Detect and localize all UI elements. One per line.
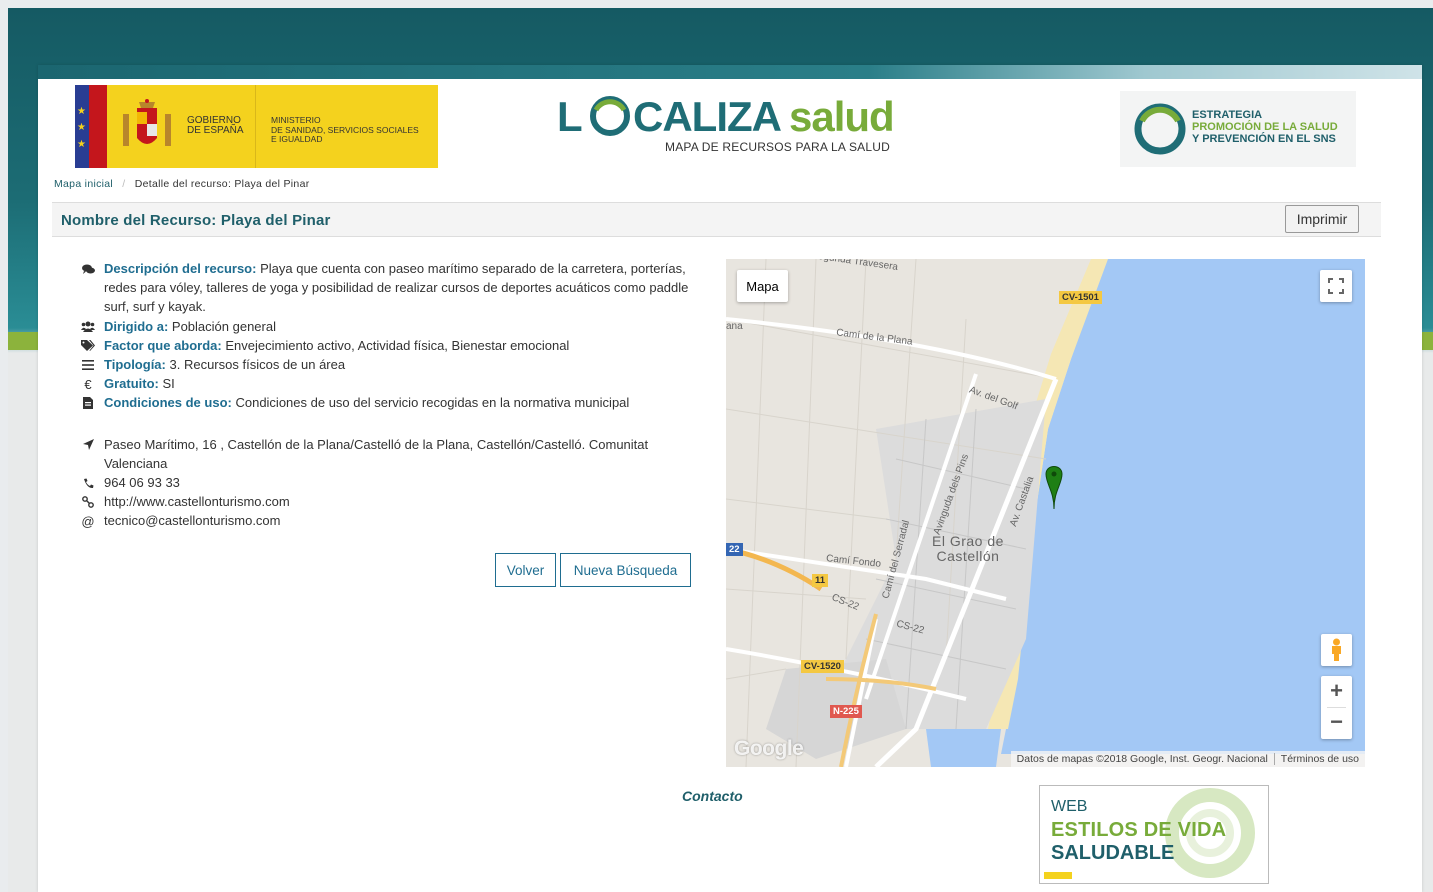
type-row: Tipología: 3. Recursos físicos de un áre… (81, 355, 701, 374)
road-label: 11 (812, 574, 829, 587)
back-button[interactable]: Volver (495, 553, 556, 587)
road-label: CV-1501 (1059, 291, 1102, 304)
website-link[interactable]: http://www.castellonturismo.com (104, 494, 290, 509)
breadcrumb: Mapa inicial / Detalle del recurso: Play… (54, 178, 310, 190)
contact-link[interactable]: Contacto (682, 788, 743, 804)
comments-icon (81, 262, 95, 276)
street-label: ana (726, 321, 743, 332)
government-text: GOBIERNO DE ESPAÑA (187, 115, 244, 136)
map-type-button[interactable]: Mapa (737, 270, 788, 302)
government-logo[interactable]: ★ ★ ★ GOBIERNO DE ESPAÑA MINISTERIO DE SA… (75, 85, 438, 168)
euro-icon: € (84, 376, 92, 392)
breadcrumb-current: Detalle del recurso: Playa del Pinar (134, 178, 310, 190)
address-row: Paseo Marítimo, 16 , Castellón de la Pla… (81, 435, 701, 473)
fullscreen-button[interactable] (1320, 270, 1352, 302)
map-view[interactable]: CV-1501 CV-1520 N-225 22 11 Segunda Trav… (726, 259, 1365, 767)
new-search-button[interactable]: Nueva Búsqueda (560, 553, 691, 587)
localiza-salud-logo[interactable]: L CALIZA salud MAPA DE RECURSOS PARA LA … (557, 93, 902, 154)
document-icon (81, 396, 95, 410)
fullscreen-icon (1328, 278, 1344, 294)
road-label: CV-1520 (801, 660, 844, 673)
town-label: El Grao de Castellón (932, 533, 1004, 564)
print-button[interactable]: Imprimir (1285, 205, 1359, 233)
brand-subtitle: MAPA DE RECURSOS PARA LA SALUD (665, 140, 890, 154)
email-link[interactable]: tecnico@castellonturismo.com (104, 513, 280, 528)
eu-flag-icon: ★ ★ ★ (75, 85, 107, 168)
zoom-controls: + − (1321, 676, 1352, 739)
phone-row: 964 06 93 33 (81, 473, 701, 492)
resource-title-bar: Nombre del Recurso: Playa del Pinar (52, 202, 1381, 237)
terms-link[interactable]: Términos de uso (1275, 753, 1365, 765)
phone-icon (81, 476, 95, 490)
google-logo[interactable]: Google (734, 737, 804, 761)
swirl-logo-icon (1134, 103, 1186, 155)
swirl-logo-icon (590, 96, 630, 136)
email-row: @ tecnico@castellonturismo.com (81, 511, 701, 530)
at-icon: @ (81, 513, 95, 529)
users-icon (81, 320, 95, 334)
ministry-text: MINISTERIO DE SANIDAD, SERVICIOS SOCIALE… (271, 115, 419, 144)
free-row: € Gratuito: SI (81, 374, 701, 393)
map-canvas[interactable] (726, 259, 1365, 767)
estilos-de-vida-banner[interactable]: WEB ESTILOS DE VIDA SALUDABLE (1039, 785, 1269, 884)
coat-of-arms-icon (123, 99, 171, 146)
page-title: Nombre del Recurso: Playa del Pinar (61, 212, 331, 229)
road-label: N-225 (830, 705, 862, 718)
breadcrumb-home-link[interactable]: Mapa inicial (54, 178, 113, 190)
road-label: 22 (726, 543, 743, 556)
location-arrow-icon (81, 438, 95, 452)
tags-icon (81, 339, 95, 353)
pegman-icon (1332, 638, 1341, 661)
website-row: http://www.castellonturismo.com (81, 492, 701, 511)
zoom-out-button[interactable]: − (1321, 708, 1352, 739)
map-attribution: Datos de mapas ©2018 Google, Inst. Geogr… (1010, 751, 1365, 767)
resource-details: Descripción del recurso: Playa que cuent… (81, 259, 701, 531)
main-card: ★ ★ ★ GOBIERNO DE ESPAÑA MINISTERIO DE SA… (38, 65, 1422, 892)
zoom-in-button[interactable]: + (1321, 676, 1352, 707)
target-row: Dirigido a: Población general (81, 317, 701, 336)
description-row: Descripción del recurso: Playa que cuent… (81, 259, 701, 317)
list-icon (81, 358, 95, 372)
street-view-pegman[interactable] (1321, 634, 1352, 666)
gov-mini-logo (1044, 872, 1072, 879)
link-icon (81, 495, 95, 509)
factor-row: Factor que aborda: Envejecimiento activo… (81, 336, 701, 355)
card-top-strip (38, 65, 1422, 79)
estrategia-logo[interactable]: ESTRATEGIA PROMOCIÓN DE LA SALUD Y PREVE… (1120, 91, 1356, 167)
conditions-row: Condiciones de uso: Condiciones de uso d… (81, 393, 701, 412)
